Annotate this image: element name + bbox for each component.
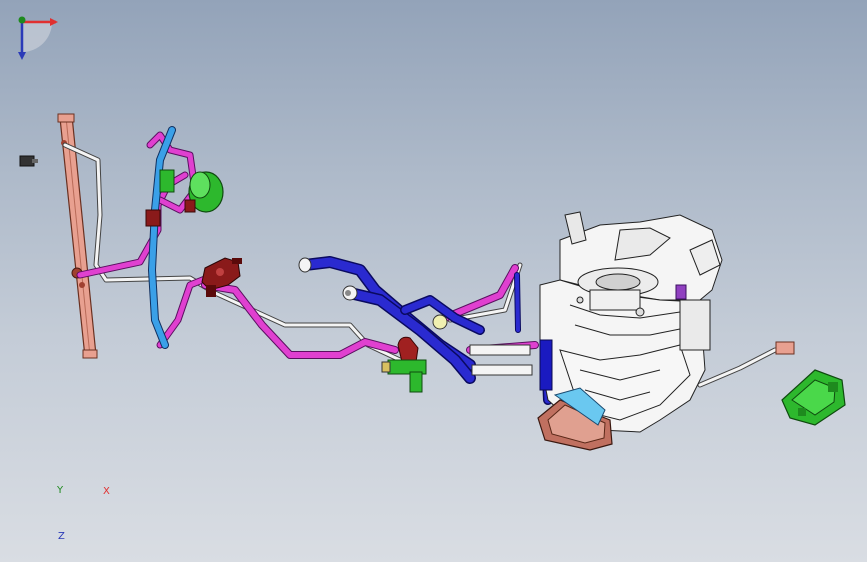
connector-tip[interactable] [775,341,795,355]
assembly-model[interactable] [0,0,867,562]
light-blue-hose[interactable] [147,126,176,349]
y-axis-dot [18,16,26,24]
green-valve[interactable] [381,359,427,393]
purple-actuator[interactable] [675,284,687,300]
small-connector-part[interactable] [19,155,38,167]
x-axis-label: X [103,486,110,497]
y-axis-label: Y [57,485,64,496]
coordinate-triad [18,16,58,60]
cad-viewport[interactable]: X Y Z [0,0,867,562]
z-axis-label: Z [58,531,65,542]
green-control-module[interactable] [781,369,846,426]
red-pump[interactable] [397,336,419,363]
